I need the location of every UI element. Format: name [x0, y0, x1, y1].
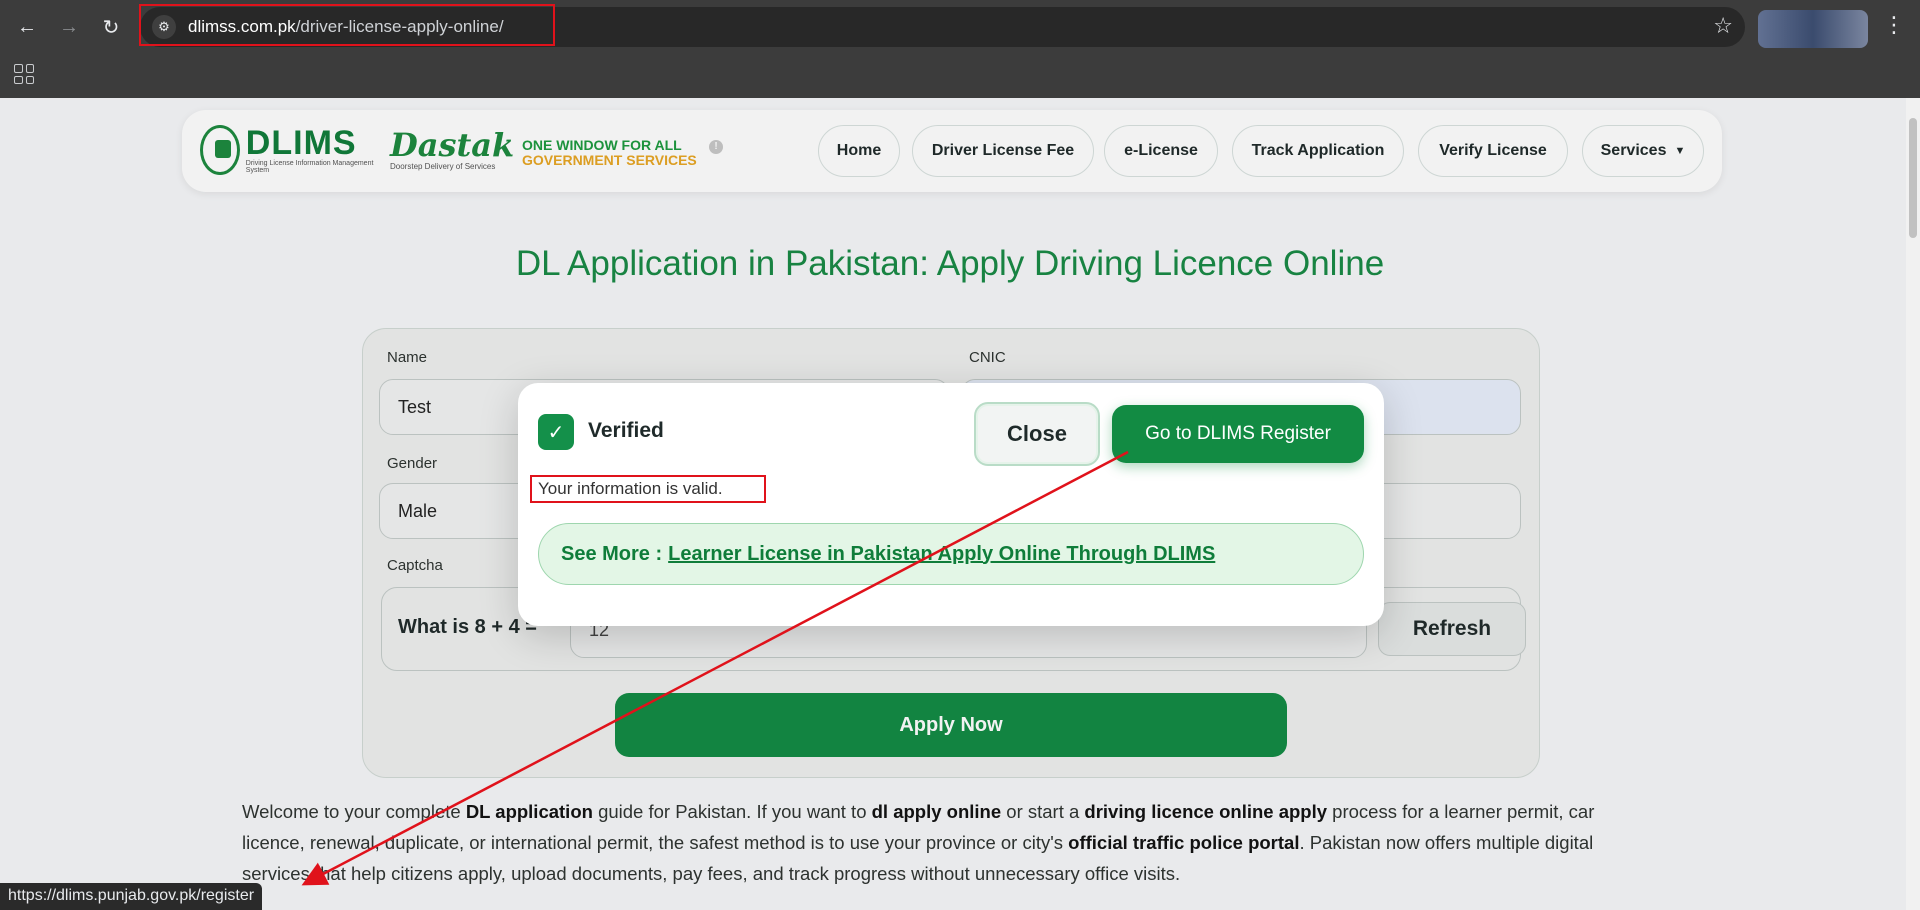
scrollbar-thumb[interactable] [1909, 118, 1917, 238]
page-viewport: DLIMS Driving License Information Manage… [0, 98, 1920, 910]
back-icon[interactable]: ← [12, 12, 42, 42]
bookmarks-bar [0, 54, 1920, 98]
browser-toolbar: ← → ↻ ⚙ dlimss.com.pk/driver-license-app… [0, 0, 1920, 54]
verified-label: Verified [588, 419, 664, 442]
apps-grid-icon[interactable] [14, 64, 34, 84]
profile-avatar[interactable] [1758, 10, 1868, 48]
url-highlight-annotation [139, 4, 555, 46]
reload-icon[interactable]: ↻ [96, 12, 126, 42]
forward-icon[interactable]: → [54, 12, 84, 42]
check-icon: ✓ [538, 414, 574, 450]
see-more-banner: See More : Learner License in Pakistan A… [538, 523, 1364, 585]
link-status-bar: https://dlims.punjab.gov.pk/register [0, 883, 263, 910]
go-to-dlims-register-button[interactable]: Go to DLIMS Register [1112, 405, 1364, 463]
see-more-label: See More : [561, 542, 663, 565]
close-button[interactable]: Close [974, 402, 1100, 466]
message-highlight-annotation [530, 475, 766, 503]
see-more-link[interactable]: Learner License in Pakistan Apply Online… [668, 543, 1215, 566]
menu-icon[interactable]: ⋮ [1880, 12, 1908, 38]
bookmark-star-icon[interactable]: ☆ [1713, 13, 1733, 39]
verification-modal: ✓ Verified Close Go to DLIMS Register Yo… [518, 383, 1384, 626]
